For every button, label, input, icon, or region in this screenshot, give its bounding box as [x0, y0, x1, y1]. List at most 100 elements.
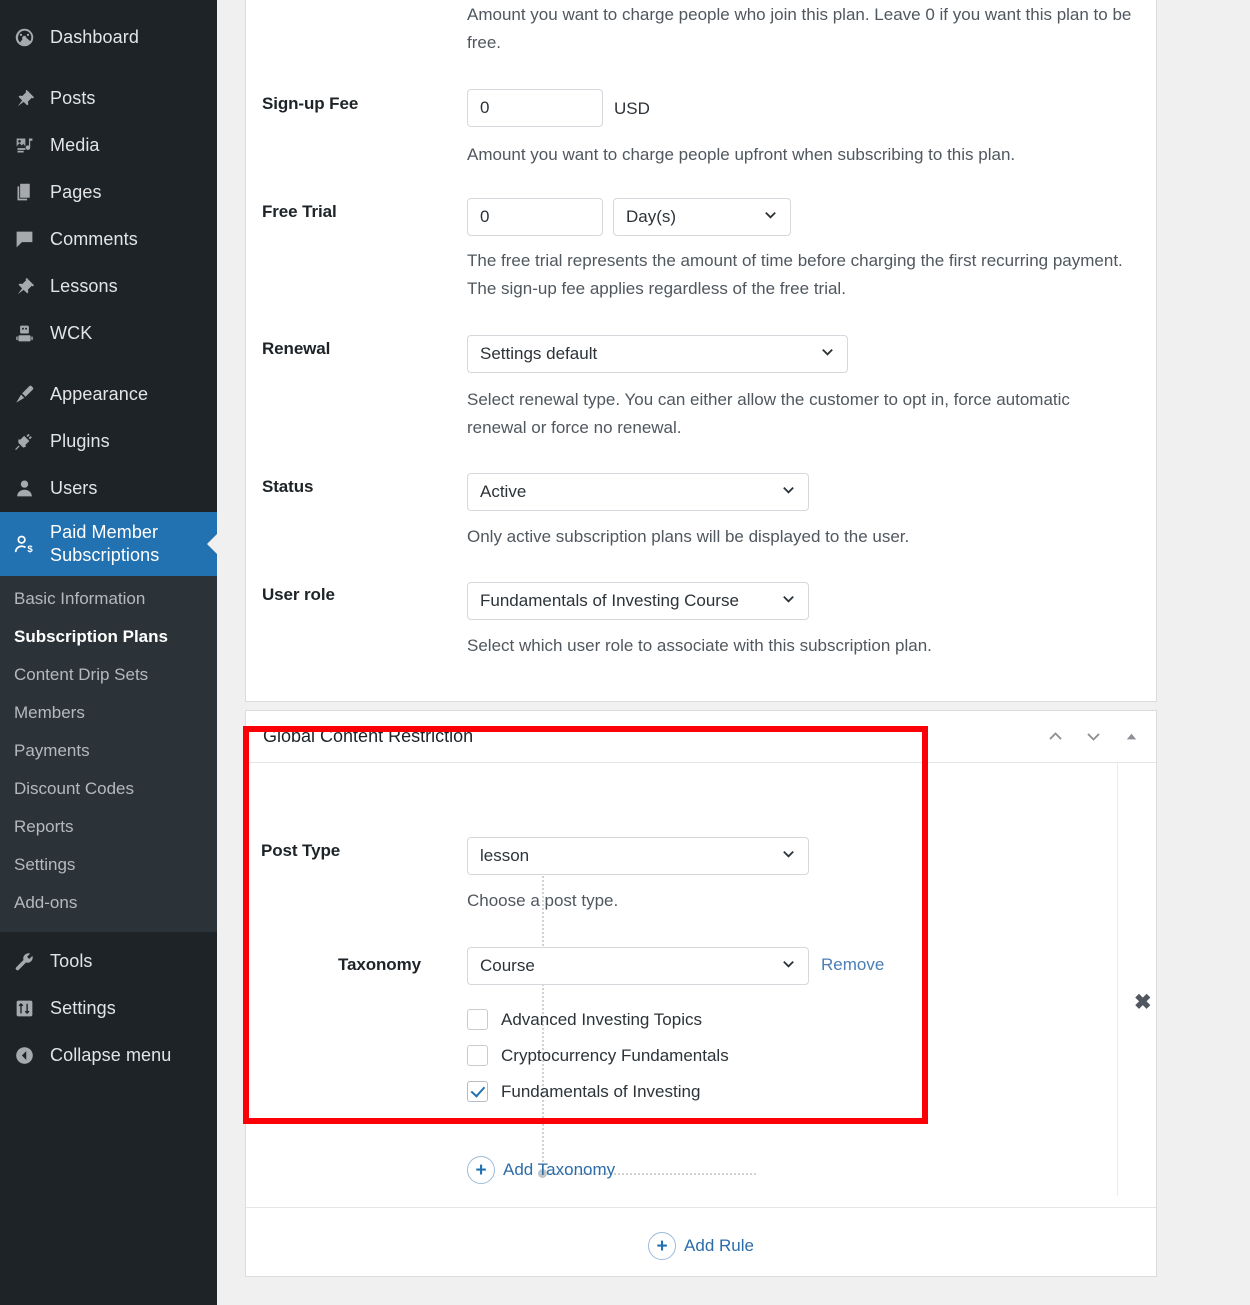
taxonomy-term-checkbox-row[interactable]: Fundamentals of Investing — [467, 1081, 700, 1102]
renewal-helper: Select renewal type. You can either allo… — [467, 386, 1072, 441]
close-rule-icon[interactable]: ✖ — [1134, 992, 1152, 1013]
taxonomy-term-label: Advanced Investing Topics — [501, 1010, 702, 1030]
sidebar-item-reports[interactable]: Reports — [0, 808, 217, 846]
user-role-select[interactable]: Fundamentals of Investing Course — [467, 582, 809, 620]
sidebar-item-basic-information[interactable]: Basic Information — [0, 580, 217, 618]
sidebar-item-discount-codes[interactable]: Discount Codes — [0, 770, 217, 808]
post-type-select[interactable]: lesson — [467, 837, 809, 875]
renewal-value: Settings default — [480, 344, 810, 364]
sidebar-item-dashboard[interactable]: Dashboard — [0, 14, 217, 61]
checkbox-unchecked-icon[interactable] — [467, 1045, 488, 1066]
free-trial-input[interactable] — [467, 198, 603, 236]
submenu-item-label: Basic Information — [14, 589, 145, 608]
checkbox-unchecked-icon[interactable] — [467, 1009, 488, 1030]
renewal-select[interactable]: Settings default — [467, 335, 848, 373]
post-type-value: lesson — [480, 846, 771, 866]
sidebar-item-pages[interactable]: Pages — [0, 169, 217, 216]
signup-fee-helper: Amount you want to charge people upfront… — [467, 141, 1147, 169]
plug-icon — [12, 430, 36, 454]
add-rule-label: Add Rule — [684, 1236, 754, 1256]
plus-icon: + — [467, 1156, 495, 1184]
taxonomy-value: Course — [480, 956, 771, 976]
sidebar-item-label: Collapse menu — [50, 1045, 171, 1066]
sidebar-item-posts[interactable]: Posts — [0, 75, 217, 122]
sidebar-item-label: Tools — [50, 951, 93, 972]
taxonomy-term-checkbox-row[interactable]: Advanced Investing Topics — [467, 1009, 702, 1030]
sidebar-item-lessons[interactable]: Lessons — [0, 263, 217, 310]
submenu-item-label: Subscription Plans — [14, 627, 168, 646]
sidebar-submenu: Basic Information Subscription Plans Con… — [0, 576, 217, 932]
chevron-down-icon — [781, 591, 796, 611]
sidebar-item-label: Posts — [50, 88, 96, 109]
sidebar-item-content-drip-sets[interactable]: Content Drip Sets — [0, 656, 217, 694]
admin-sidebar: Dashboard Posts Media — [0, 0, 217, 1305]
chevron-down-icon — [781, 956, 796, 976]
comments-icon — [12, 228, 36, 252]
subscription-settings-card: Amount you want to charge people who joi… — [245, 0, 1157, 702]
sidebar-item-subscription-plans[interactable]: Subscription Plans — [0, 618, 217, 656]
move-down-icon[interactable] — [1082, 728, 1104, 745]
sidebar-item-label: Plugins — [50, 431, 110, 452]
sidebar-item-collapse-menu[interactable]: Collapse menu — [0, 1032, 217, 1079]
submenu-item-label: Settings — [14, 855, 75, 874]
status-select[interactable]: Active — [467, 473, 809, 511]
price-helper-text: Amount you want to charge people who joi… — [467, 1, 1132, 56]
sidebar-item-media[interactable]: Media — [0, 122, 217, 169]
collapse-panel-icon[interactable] — [1120, 729, 1142, 744]
sidebar-item-label: Pages — [50, 182, 102, 203]
sidebar-item-add-ons[interactable]: Add-ons — [0, 884, 217, 922]
sidebar-item-pms-settings[interactable]: Settings — [0, 846, 217, 884]
panel-header: Global Content Restriction — [246, 711, 1156, 763]
add-taxonomy-button[interactable]: + Add Taxonomy — [467, 1156, 615, 1184]
signup-fee-input[interactable] — [467, 89, 603, 127]
sidebar-item-plugins[interactable]: Plugins — [0, 418, 217, 465]
sidebar-item-payments[interactable]: Payments — [0, 732, 217, 770]
move-up-icon[interactable] — [1044, 728, 1066, 745]
rule-separator — [246, 1207, 1156, 1208]
sidebar-item-label: WCK — [50, 323, 92, 344]
status-label: Status — [262, 477, 313, 497]
sidebar-item-users[interactable]: Users — [0, 465, 217, 512]
taxonomy-select[interactable]: Course — [467, 947, 809, 985]
sidebar-item-label: Comments — [50, 229, 138, 250]
submenu-item-label: Content Drip Sets — [14, 665, 148, 684]
sidebar-item-tools[interactable]: Tools — [0, 938, 217, 985]
taxonomy-term-checkbox-row[interactable]: Cryptocurrency Fundamentals — [467, 1045, 729, 1066]
checkbox-checked-icon[interactable] — [467, 1081, 488, 1102]
chevron-down-icon — [781, 482, 796, 502]
sidebar-item-members[interactable]: Members — [0, 694, 217, 732]
sidebar-item-appearance[interactable]: Appearance — [0, 371, 217, 418]
submenu-item-label: Reports — [14, 817, 74, 836]
paid-member-icon: $ — [12, 532, 36, 556]
sidebar-item-paid-member-subscriptions[interactable]: $ Paid Member Subscriptions — [0, 512, 217, 576]
free-trial-label: Free Trial — [262, 202, 337, 222]
remove-taxonomy-link[interactable]: Remove — [821, 955, 884, 975]
sidebar-item-settings[interactable]: Settings — [0, 985, 217, 1032]
status-value: Active — [480, 482, 771, 502]
sidebar-item-label: Media — [50, 135, 100, 156]
submenu-item-label: Payments — [14, 741, 90, 760]
post-type-label: Post Type — [261, 841, 340, 861]
chevron-down-icon — [820, 344, 835, 364]
submenu-item-label: Members — [14, 703, 85, 722]
robot-icon — [12, 322, 36, 346]
free-trial-period-select[interactable]: Day(s) — [613, 198, 791, 236]
chevron-down-icon — [763, 207, 778, 227]
global-content-restriction-card: Global Content Restriction — [245, 710, 1157, 1277]
svg-text:$: $ — [27, 544, 33, 555]
sidebar-item-label: Dashboard — [50, 27, 139, 48]
free-trial-helper: The free trial represents the amount of … — [467, 247, 1139, 302]
add-rule-button[interactable]: + Add Rule — [246, 1232, 1156, 1260]
signup-fee-currency: USD — [614, 99, 650, 119]
renewal-label: Renewal — [262, 339, 330, 359]
sidebar-item-label: Appearance — [50, 384, 148, 405]
dashboard-icon — [12, 26, 36, 50]
sidebar-item-comments[interactable]: Comments — [0, 216, 217, 263]
taxonomy-label: Taxonomy — [338, 955, 421, 975]
pin-icon — [12, 275, 36, 299]
status-helper: Only active subscription plans will be d… — [467, 523, 1087, 551]
sidebar-item-label: Users — [50, 478, 98, 499]
main-content: Amount you want to charge people who joi… — [217, 0, 1250, 1305]
rule-inner-divider — [1117, 762, 1118, 1196]
sidebar-item-wck[interactable]: WCK — [0, 310, 217, 357]
